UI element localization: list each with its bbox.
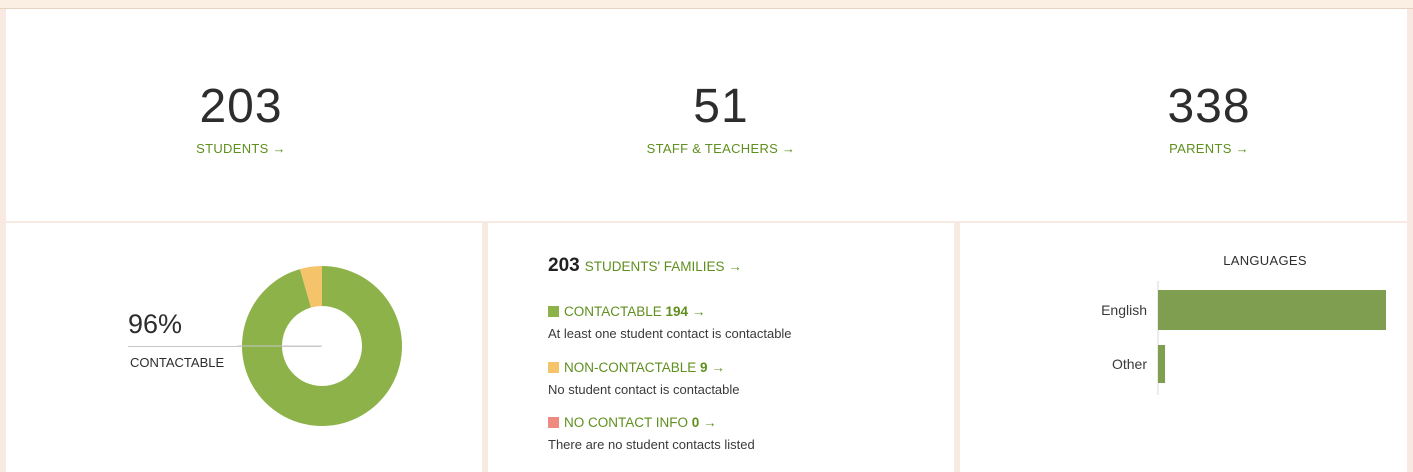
families-count: 203: [548, 255, 580, 276]
contactable-panel: 96% CONTACTABLE: [6, 223, 482, 472]
arrow-icon: →: [703, 415, 717, 430]
no-contact-info-label: NO CONTACT INFO: [564, 415, 688, 430]
no-contact-info-desc: There are no student contacts listed: [548, 437, 755, 452]
staff-count: 51: [693, 80, 749, 133]
no-contact-info-swatch: [548, 417, 559, 428]
non-contactable-swatch: [548, 362, 559, 373]
contactable-desc: At least one student contact is contacta…: [548, 326, 792, 341]
family-item-non-contactable: NON-CONTACTABLE 9 → No student contact i…: [548, 360, 740, 397]
donut-label: CONTACTABLE: [130, 355, 225, 370]
language-bar-other: [1158, 345, 1166, 383]
students-count: 203: [199, 80, 283, 133]
family-item-no-contact-info: NO CONTACT INFO 0 → There are no student…: [548, 415, 755, 452]
donut-percent: 96%: [128, 309, 183, 339]
non-contactable-label: NON-CONTACTABLE: [564, 360, 697, 375]
families-panel: 203 STUDENTS' FAMILIES → CONTACTABLE 194…: [488, 223, 954, 472]
no-contact-info-link[interactable]: NO CONTACT INFO 0 →: [548, 415, 755, 430]
languages-panel: LANGUAGES English Other: [960, 223, 1407, 472]
families-title: STUDENTS' FAMILIES →: [584, 259, 742, 274]
arrow-icon: →: [691, 304, 706, 319]
non-contactable-link[interactable]: NON-CONTACTABLE 9 →: [548, 360, 740, 375]
language-label-english: English: [1101, 302, 1147, 318]
non-contactable-desc: No student contact is contactable: [548, 382, 740, 397]
contactable-count: 194: [665, 304, 689, 319]
contactable-label: CONTACTABLE: [564, 304, 662, 319]
stat-students[interactable]: 203 STUDENTS →: [136, 80, 346, 157]
families-header[interactable]: 203 STUDENTS' FAMILIES →: [548, 255, 742, 277]
family-item-contactable: CONTACTABLE 194 → At least one student c…: [548, 304, 792, 341]
languages-bar-chart: English Other: [1101, 281, 1386, 395]
contactable-donut-chart: [237, 266, 402, 426]
contactable-swatch: [548, 306, 559, 317]
students-link[interactable]: STUDENTS →: [136, 141, 346, 156]
language-bar-english: [1158, 290, 1386, 330]
stats-panel: 203 STUDENTS → 51 STAFF & TEACHERS → 338…: [6, 9, 1407, 221]
language-label-other: Other: [1112, 356, 1147, 372]
languages-title: LANGUAGES: [1223, 253, 1307, 268]
staff-link[interactable]: STAFF & TEACHERS →: [606, 141, 836, 156]
arrow-icon: →: [711, 360, 725, 375]
stat-staff[interactable]: 51 STAFF & TEACHERS →: [606, 80, 836, 157]
contactable-link[interactable]: CONTACTABLE 194 →: [548, 304, 792, 319]
parents-link[interactable]: PARENTS →: [1104, 141, 1314, 156]
no-contact-info-count: 0: [691, 415, 700, 430]
parents-count: 338: [1167, 80, 1251, 133]
non-contactable-count: 9: [700, 360, 708, 375]
stat-parents[interactable]: 338 PARENTS →: [1104, 80, 1314, 157]
top-band: [0, 0, 1413, 9]
